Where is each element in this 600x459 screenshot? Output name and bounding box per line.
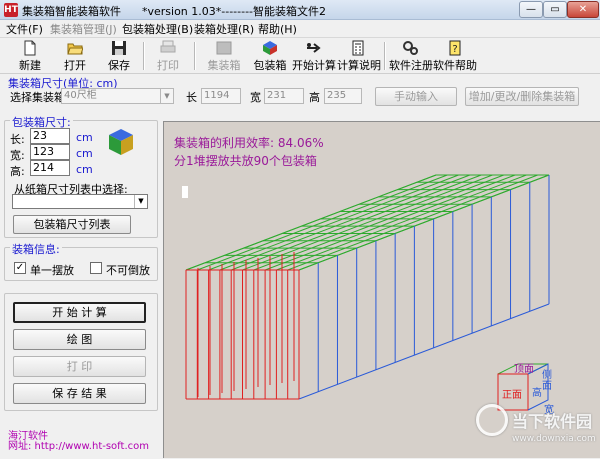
chevron-down-icon: ▼: [160, 89, 173, 103]
register-label: 软件注册: [389, 59, 433, 72]
help-button[interactable]: ? 软件帮助: [433, 39, 477, 73]
manual-input-button[interactable]: 手动输入: [375, 87, 457, 106]
printer-icon: [160, 40, 176, 53]
calculate-arrow-icon: [307, 43, 321, 53]
new-file-icon: [24, 40, 36, 56]
legend-top-label: 顶面: [514, 364, 534, 375]
container-height-field[interactable]: 235: [324, 88, 362, 104]
package-width-label: 宽:: [10, 149, 25, 162]
package-label: 包装箱: [253, 59, 287, 72]
package-button[interactable]: 包装箱: [250, 39, 290, 73]
container-width-field[interactable]: 231: [264, 88, 304, 104]
floppy-disk-icon: [112, 41, 126, 55]
no-side-checkbox[interactable]: [90, 262, 102, 274]
legend-side-label: 侧面: [542, 370, 552, 392]
open-button[interactable]: 打开: [60, 39, 90, 73]
print-label: 打印: [157, 59, 179, 72]
single-stack-checkbox[interactable]: ✓: [14, 262, 26, 274]
container-height-label: 高: [309, 91, 320, 104]
title-bar: HT 集装箱智能装箱软件 *version 1.03*--------智能装箱文…: [0, 0, 600, 20]
menu-file[interactable]: 文件(F): [6, 21, 43, 37]
new-button[interactable]: 新建: [14, 39, 46, 73]
menu-bar: 文件(F) 集装箱管理(J) 包装箱处理(B) 装箱处理(R) 帮助(H): [0, 20, 600, 36]
toolbar-separator: [384, 42, 386, 70]
toolbar: 新建 打开 保存 打印 集装箱 包装箱 开始计算 计算说明 软件注册 ? 软件帮…: [0, 37, 600, 74]
package-width-unit: cm: [76, 147, 93, 160]
menu-container-management[interactable]: 集装箱管理(J): [50, 21, 117, 37]
save-label: 保存: [108, 59, 130, 72]
package-length-field[interactable]: 23: [30, 128, 70, 144]
edit-container-button[interactable]: 增加/更改/删除集装箱: [465, 87, 579, 106]
start-calculation-button[interactable]: 开 始 计 算: [13, 302, 146, 323]
watermark-brand: 当下软件园: [512, 412, 593, 431]
package-size-list-button[interactable]: 包装箱尺寸列表: [13, 215, 131, 234]
package-length-label: 长:: [10, 133, 25, 146]
save-result-button[interactable]: 保 存 结 果: [13, 383, 146, 404]
package-length-unit: cm: [76, 131, 93, 144]
menu-package-processing[interactable]: 包装箱处理(B): [122, 21, 193, 37]
container-label: 集装箱: [207, 59, 241, 72]
package-cube-icon: [263, 41, 277, 55]
new-label: 新建: [19, 59, 41, 72]
package-height-field[interactable]: 214: [30, 160, 70, 176]
container-select-value: 40尺柜: [64, 90, 97, 101]
legend-front-label: 正面: [502, 390, 522, 401]
open-folder-icon: [67, 43, 83, 55]
start-calc-button[interactable]: 开始计算: [291, 39, 337, 73]
open-label: 打开: [64, 59, 86, 72]
help-label: 软件帮助: [433, 59, 477, 72]
calc-explain-label: 计算说明: [337, 59, 381, 72]
packing-info-title: 装箱信息:: [10, 241, 62, 257]
package-height-unit: cm: [76, 163, 93, 176]
watermark-url: www.downxia.com: [512, 434, 596, 444]
register-button[interactable]: 软件注册: [389, 39, 433, 73]
company-url[interactable]: 网址: http://www.ht-soft.com: [8, 437, 149, 452]
container-size-row: 选择集装箱 40尺柜 ▼ 长 1194 宽 231 高 235 手动输入 增加/…: [0, 86, 600, 106]
container-length-label: 长: [186, 91, 197, 104]
no-side-label: 不可倒放: [106, 264, 150, 277]
calc-explain-button[interactable]: 计算说明: [337, 39, 381, 73]
watermark-logo-icon: [476, 404, 508, 436]
container-top-outline: [185, 174, 550, 271]
container-button[interactable]: 集装箱: [204, 39, 244, 73]
chevron-down-icon: ▼: [134, 195, 147, 208]
menu-packing-processing[interactable]: 装箱处理(R): [194, 21, 254, 37]
package-width-field[interactable]: 123: [30, 144, 70, 160]
print-button[interactable]: 打印: [153, 39, 183, 73]
container-select[interactable]: 40尺柜 ▼: [61, 88, 174, 104]
menu-help[interactable]: 帮助(H): [258, 21, 297, 37]
front-face-boxes: [185, 252, 300, 400]
start-calc-label: 开始计算: [292, 59, 336, 72]
container-length-field[interactable]: 1194: [201, 88, 241, 104]
toolbar-separator: [143, 42, 145, 70]
draw-button[interactable]: 绘 图: [13, 329, 146, 350]
calculator-icon: [352, 40, 364, 56]
container-box-icon: [216, 41, 232, 55]
save-button[interactable]: 保存: [104, 39, 134, 73]
toolbar-separator: [194, 42, 196, 70]
app-icon: HT: [4, 3, 18, 17]
package-cube-icon: [109, 129, 133, 155]
carton-list-select[interactable]: ▼: [12, 194, 148, 209]
select-container-label: 选择集装箱: [10, 91, 65, 104]
container-width-label: 宽: [250, 91, 261, 104]
print-result-button[interactable]: 打 印: [13, 356, 146, 377]
package-height-label: 高:: [10, 165, 25, 178]
close-button[interactable]: ✕: [567, 1, 599, 18]
single-stack-label: 单一摆放: [30, 264, 74, 277]
svg-text:?: ?: [452, 44, 457, 55]
legend-height-label: 高: [532, 388, 542, 399]
maximize-button[interactable]: ▭: [543, 1, 567, 18]
window-title: 集装箱智能装箱软件 *version 1.03*--------智能装箱文件2: [22, 5, 327, 18]
help-book-icon: ?: [449, 40, 461, 56]
gears-icon: [403, 41, 418, 55]
minimize-button[interactable]: —: [519, 1, 543, 18]
